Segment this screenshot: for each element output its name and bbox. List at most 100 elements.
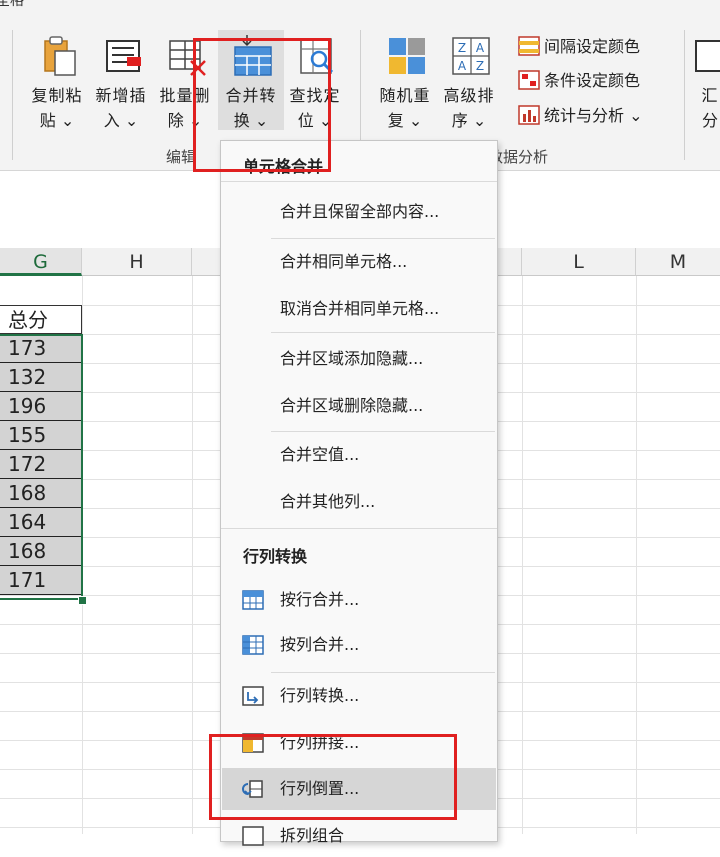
- random-repeat-label-2: 复 ⌄: [387, 111, 423, 130]
- row-col-reverse-icon: [242, 780, 263, 798]
- selection-range-border: [0, 334, 83, 600]
- grid-line: [636, 276, 637, 834]
- menu-item-label: 拆列组合: [280, 826, 345, 845]
- summary-label-2: 分: [701, 111, 718, 130]
- menu-item-merge-keep-all[interactable]: 合并且保留全部内容...: [222, 191, 496, 233]
- svg-text:A: A: [458, 59, 467, 73]
- summary-icon: [695, 40, 720, 72]
- merge-by-row-icon: [242, 590, 264, 610]
- svg-text:A: A: [476, 41, 485, 55]
- insert-rows-icon: [106, 40, 141, 72]
- merge-convert-button[interactable]: 合并转 换 ⌄: [218, 30, 284, 130]
- interval-color-label: 间隔设定颜色: [544, 37, 641, 56]
- find-locate-button[interactable]: 查找定 位 ⌄: [282, 30, 348, 130]
- condition-color-item[interactable]: 条件设定颜色: [518, 67, 640, 93]
- menu-item-merge-area-remove-hidden[interactable]: 合并区域删除隐藏...: [222, 385, 496, 427]
- summary-label: 汇: [701, 86, 719, 105]
- menu-item-merge-same-cells[interactable]: 合并相同单元格...: [222, 241, 496, 283]
- advanced-sort-icon: Z A A Z: [452, 37, 490, 75]
- menu-item-split-column[interactable]: 拆列组合: [222, 815, 496, 857]
- ribbon-tab-label[interactable]: 全格: [0, 0, 24, 10]
- section-title-row-col-convert: 行列转换: [243, 547, 308, 566]
- menu-item-row-col-convert[interactable]: 行列转换...: [222, 675, 496, 717]
- ribbon-separator: [12, 30, 13, 160]
- batch-delete-button[interactable]: 批量删 除 ⌄: [152, 30, 218, 130]
- menu-divider: [271, 332, 495, 333]
- menu-item-label: 行列转换...: [280, 686, 360, 705]
- clipboard-icon: [44, 36, 76, 76]
- menu-divider: [271, 672, 495, 673]
- grid-line: [192, 276, 193, 834]
- batch-delete-label: 批量删: [159, 86, 211, 105]
- merge-convert-icon: [234, 35, 272, 76]
- ribbon-separator: [684, 30, 685, 160]
- menu-item-label: 合并区域删除隐藏...: [280, 396, 424, 415]
- cell-header-total[interactable]: 总分: [0, 305, 82, 334]
- batch-delete-icon: [169, 40, 206, 76]
- statistics-analysis-item[interactable]: 统计与分析 ⌄: [518, 102, 643, 128]
- column-header-l[interactable]: L: [522, 248, 636, 276]
- menu-item-unmerge-same-cells[interactable]: 取消合并相同单元格...: [222, 288, 496, 330]
- insert-new-button[interactable]: 新增插 入 ⌄: [88, 30, 154, 130]
- merge-convert-label: 合并转: [225, 86, 277, 105]
- menu-item-label: 合并空值...: [280, 445, 360, 464]
- condition-color-icon: [518, 69, 540, 90]
- menu-divider: [271, 238, 495, 239]
- menu-item-label: 合并区域添加隐藏...: [280, 349, 424, 368]
- random-repeat-icon: [389, 38, 425, 74]
- fill-handle[interactable]: [78, 596, 87, 605]
- column-header-m[interactable]: M: [636, 248, 720, 276]
- menu-item-label: 合并其他列...: [280, 492, 376, 511]
- statistics-icon: [518, 104, 540, 125]
- menu-divider: [221, 528, 497, 529]
- menu-item-merge-empty[interactable]: 合并空值...: [222, 434, 496, 476]
- group-label-edit: 编辑: [166, 148, 197, 166]
- merge-convert-label-2: 换 ⌄: [233, 111, 269, 130]
- menu-item-merge-by-row[interactable]: 按行合并...: [222, 579, 496, 621]
- merge-convert-dropdown: 单元格合并 合并且保留全部内容... 合并相同单元格... 取消合并相同单元格.…: [220, 140, 498, 846]
- svg-text:Z: Z: [458, 41, 466, 55]
- row-col-convert-icon: [242, 686, 264, 706]
- menu-item-row-col-reverse[interactable]: 行列倒置...: [222, 768, 496, 810]
- menu-item-label: 行列倒置...: [280, 779, 360, 798]
- menu-item-merge-by-column[interactable]: 按列合并...: [222, 624, 496, 666]
- insert-new-label: 新增插: [95, 86, 147, 105]
- menu-item-label: 合并且保留全部内容...: [280, 202, 440, 221]
- menu-item-label: 取消合并相同单元格...: [280, 299, 440, 318]
- interval-color-item[interactable]: 间隔设定颜色: [518, 33, 640, 59]
- batch-delete-label-2: 除 ⌄: [167, 111, 203, 130]
- insert-new-label-2: 入 ⌄: [103, 111, 139, 130]
- random-repeat-button[interactable]: 随机重 复 ⌄: [372, 30, 438, 130]
- split-column-icon: [242, 826, 264, 846]
- menu-item-merge-area-add-hidden[interactable]: 合并区域添加隐藏...: [222, 338, 496, 380]
- svg-text:Z: Z: [476, 59, 484, 73]
- find-locate-label: 查找定: [289, 86, 341, 105]
- row-col-join-icon: [242, 733, 264, 753]
- copy-paste-button[interactable]: 复制粘 贴 ⌄: [24, 30, 90, 130]
- statistics-analysis-label: 统计与分析 ⌄: [544, 106, 643, 125]
- copy-paste-label: 复制粘: [31, 86, 83, 105]
- menu-divider: [271, 431, 495, 432]
- condition-color-label: 条件设定颜色: [544, 71, 641, 90]
- random-repeat-label: 随机重: [379, 86, 431, 105]
- interval-color-icon: [518, 35, 540, 56]
- column-header-g[interactable]: G: [0, 248, 82, 276]
- column-header-h[interactable]: H: [82, 248, 192, 276]
- find-locate-icon: [300, 38, 334, 74]
- menu-item-label: 按行合并...: [280, 590, 360, 609]
- menu-item-merge-other-columns[interactable]: 合并其他列...: [222, 481, 496, 523]
- summary-button[interactable]: 汇 分: [690, 30, 720, 130]
- merge-by-column-icon: [242, 635, 264, 655]
- menu-item-label: 按列合并...: [280, 635, 360, 654]
- advanced-sort-label-2: 序 ⌄: [451, 111, 487, 130]
- menu-divider: [221, 181, 497, 182]
- section-title-cell-merge: 单元格合并: [243, 157, 324, 176]
- menu-item-label: 合并相同单元格...: [280, 252, 408, 271]
- menu-item-row-col-join[interactable]: 行列拼接...: [222, 722, 496, 764]
- copy-paste-label-2: 贴 ⌄: [39, 111, 75, 130]
- find-locate-label-2: 位 ⌄: [297, 111, 333, 130]
- advanced-sort-button[interactable]: Z A A Z 高级排 序 ⌄: [436, 30, 502, 130]
- advanced-sort-label: 高级排: [443, 86, 495, 105]
- grid-line: [522, 276, 523, 834]
- menu-item-label: 行列拼接...: [280, 733, 360, 752]
